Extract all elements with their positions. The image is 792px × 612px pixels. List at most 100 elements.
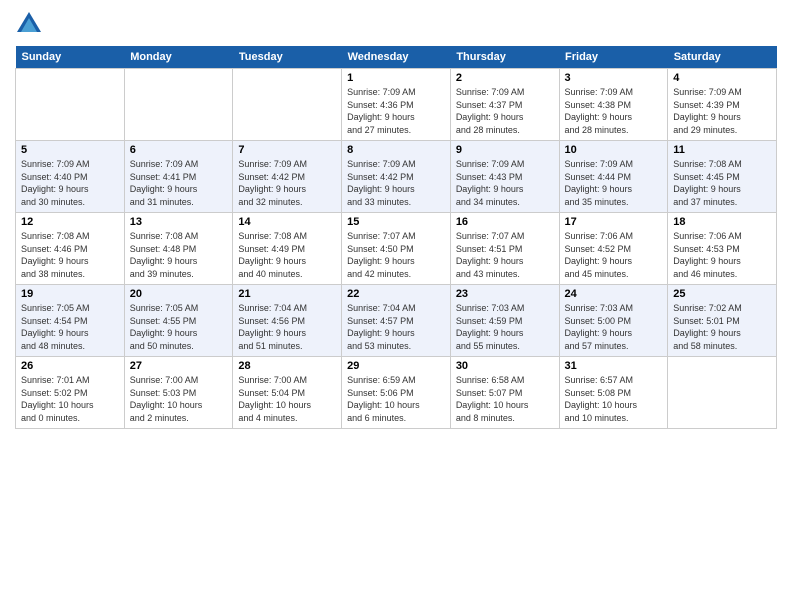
day-number: 4 xyxy=(673,72,771,84)
day-number: 18 xyxy=(673,216,771,228)
calendar-cell: 27 Sunrise: 7:00 AM Sunset: 5:03 PM Dayli… xyxy=(124,357,233,429)
calendar-cell: 1Sunrise: 7:09 AM Sunset: 4:36 PM Daylig… xyxy=(342,69,451,141)
day-number: 24 xyxy=(565,288,663,300)
day-info: Sunrise: 7:00 AM Sunset: 5:04 PM Dayligh… xyxy=(238,374,336,424)
calendar-cell: 7 Sunrise: 7:09 AM Sunset: 4:42 PM Daylig… xyxy=(233,141,342,213)
day-number: 27 xyxy=(130,360,228,372)
day-number: 3 xyxy=(565,72,663,84)
calendar-cell: 4 Sunrise: 7:09 AM Sunset: 4:39 PM Daylig… xyxy=(668,69,777,141)
day-info: Sunrise: 7:02 AM Sunset: 5:01 PM Dayligh… xyxy=(673,302,771,352)
day-info: Sunrise: 7:09 AM Sunset: 4:39 PM Dayligh… xyxy=(673,86,771,136)
day-info: Sunrise: 7:04 AM Sunset: 4:56 PM Dayligh… xyxy=(238,302,336,352)
day-info: Sunrise: 7:07 AM Sunset: 4:50 PM Dayligh… xyxy=(347,230,445,280)
header xyxy=(15,10,777,38)
calendar-cell: 15Sunrise: 7:07 AM Sunset: 4:50 PM Dayli… xyxy=(342,213,451,285)
day-number: 10 xyxy=(565,144,663,156)
calendar-cell: 28Sunrise: 7:00 AM Sunset: 5:04 PM Dayli… xyxy=(233,357,342,429)
calendar-cell: 5 Sunrise: 7:09 AM Sunset: 4:40 PM Daylig… xyxy=(16,141,125,213)
calendar-week-2: 5 Sunrise: 7:09 AM Sunset: 4:40 PM Daylig… xyxy=(16,141,777,213)
page: SundayMondayTuesdayWednesdayThursdayFrid… xyxy=(0,0,792,612)
day-number: 8 xyxy=(347,144,445,156)
day-info: Sunrise: 7:08 AM Sunset: 4:46 PM Dayligh… xyxy=(21,230,119,280)
day-number: 5 xyxy=(21,144,119,156)
day-info: Sunrise: 7:09 AM Sunset: 4:42 PM Dayligh… xyxy=(347,158,445,208)
calendar-cell: 2Sunrise: 7:09 AM Sunset: 4:37 PM Daylig… xyxy=(450,69,559,141)
calendar-cell xyxy=(668,357,777,429)
calendar-cell: 9Sunrise: 7:09 AM Sunset: 4:43 PM Daylig… xyxy=(450,141,559,213)
logo-icon xyxy=(15,10,43,38)
day-info: Sunrise: 7:09 AM Sunset: 4:42 PM Dayligh… xyxy=(238,158,336,208)
day-info: Sunrise: 7:08 AM Sunset: 4:48 PM Dayligh… xyxy=(130,230,228,280)
calendar-cell xyxy=(233,69,342,141)
calendar-header-thursday: Thursday xyxy=(450,46,559,69)
calendar-cell: 24Sunrise: 7:03 AM Sunset: 5:00 PM Dayli… xyxy=(559,285,668,357)
calendar-cell: 13 Sunrise: 7:08 AM Sunset: 4:48 PM Dayli… xyxy=(124,213,233,285)
day-info: Sunrise: 7:08 AM Sunset: 4:45 PM Dayligh… xyxy=(673,158,771,208)
calendar-cell xyxy=(124,69,233,141)
day-info: Sunrise: 7:07 AM Sunset: 4:51 PM Dayligh… xyxy=(456,230,554,280)
day-number: 19 xyxy=(21,288,119,300)
calendar-cell: 26 Sunrise: 7:01 AM Sunset: 5:02 PM Dayli… xyxy=(16,357,125,429)
day-number: 12 xyxy=(21,216,119,228)
calendar-header-sunday: Sunday xyxy=(16,46,125,69)
calendar-cell: 29 Sunrise: 6:59 AM Sunset: 5:06 PM Dayli… xyxy=(342,357,451,429)
day-number: 29 xyxy=(347,360,445,372)
calendar-cell: 6 Sunrise: 7:09 AM Sunset: 4:41 PM Daylig… xyxy=(124,141,233,213)
day-info: Sunrise: 6:58 AM Sunset: 5:07 PM Dayligh… xyxy=(456,374,554,424)
calendar-cell xyxy=(16,69,125,141)
calendar-cell: 20 Sunrise: 7:05 AM Sunset: 4:55 PM Dayli… xyxy=(124,285,233,357)
calendar-table: SundayMondayTuesdayWednesdayThursdayFrid… xyxy=(15,46,777,429)
day-info: Sunrise: 7:06 AM Sunset: 4:52 PM Dayligh… xyxy=(565,230,663,280)
day-info: Sunrise: 7:09 AM Sunset: 4:38 PM Dayligh… xyxy=(565,86,663,136)
day-number: 21 xyxy=(238,288,336,300)
day-info: Sunrise: 7:05 AM Sunset: 4:55 PM Dayligh… xyxy=(130,302,228,352)
calendar-week-5: 26 Sunrise: 7:01 AM Sunset: 5:02 PM Dayli… xyxy=(16,357,777,429)
calendar-cell: 17 Sunrise: 7:06 AM Sunset: 4:52 PM Dayli… xyxy=(559,213,668,285)
calendar-cell: 30 Sunrise: 6:58 AM Sunset: 5:07 PM Dayli… xyxy=(450,357,559,429)
day-info: Sunrise: 7:03 AM Sunset: 4:59 PM Dayligh… xyxy=(456,302,554,352)
calendar-cell: 18 Sunrise: 7:06 AM Sunset: 4:53 PM Dayli… xyxy=(668,213,777,285)
day-number: 14 xyxy=(238,216,336,228)
calendar-cell: 11 Sunrise: 7:08 AM Sunset: 4:45 PM Dayli… xyxy=(668,141,777,213)
day-number: 17 xyxy=(565,216,663,228)
day-info: Sunrise: 7:09 AM Sunset: 4:36 PM Dayligh… xyxy=(347,86,445,136)
calendar-week-1: 1Sunrise: 7:09 AM Sunset: 4:36 PM Daylig… xyxy=(16,69,777,141)
day-number: 16 xyxy=(456,216,554,228)
day-info: Sunrise: 7:01 AM Sunset: 5:02 PM Dayligh… xyxy=(21,374,119,424)
calendar-week-3: 12 Sunrise: 7:08 AM Sunset: 4:46 PM Dayli… xyxy=(16,213,777,285)
day-info: Sunrise: 7:08 AM Sunset: 4:49 PM Dayligh… xyxy=(238,230,336,280)
calendar-cell: 16 Sunrise: 7:07 AM Sunset: 4:51 PM Dayli… xyxy=(450,213,559,285)
day-info: Sunrise: 7:00 AM Sunset: 5:03 PM Dayligh… xyxy=(130,374,228,424)
day-number: 30 xyxy=(456,360,554,372)
day-info: Sunrise: 6:57 AM Sunset: 5:08 PM Dayligh… xyxy=(565,374,663,424)
calendar-week-4: 19 Sunrise: 7:05 AM Sunset: 4:54 PM Dayli… xyxy=(16,285,777,357)
day-number: 2 xyxy=(456,72,554,84)
day-number: 20 xyxy=(130,288,228,300)
calendar-cell: 14 Sunrise: 7:08 AM Sunset: 4:49 PM Dayli… xyxy=(233,213,342,285)
calendar-header-monday: Monday xyxy=(124,46,233,69)
day-info: Sunrise: 7:09 AM Sunset: 4:41 PM Dayligh… xyxy=(130,158,228,208)
logo xyxy=(15,10,47,38)
calendar-header-wednesday: Wednesday xyxy=(342,46,451,69)
day-number: 23 xyxy=(456,288,554,300)
calendar-cell: 31Sunrise: 6:57 AM Sunset: 5:08 PM Dayli… xyxy=(559,357,668,429)
day-number: 26 xyxy=(21,360,119,372)
day-info: Sunrise: 7:09 AM Sunset: 4:40 PM Dayligh… xyxy=(21,158,119,208)
day-number: 9 xyxy=(456,144,554,156)
calendar-cell: 19 Sunrise: 7:05 AM Sunset: 4:54 PM Dayli… xyxy=(16,285,125,357)
day-info: Sunrise: 7:05 AM Sunset: 4:54 PM Dayligh… xyxy=(21,302,119,352)
calendar-cell: 12 Sunrise: 7:08 AM Sunset: 4:46 PM Dayli… xyxy=(16,213,125,285)
day-number: 6 xyxy=(130,144,228,156)
day-number: 22 xyxy=(347,288,445,300)
calendar-header-saturday: Saturday xyxy=(668,46,777,69)
day-number: 25 xyxy=(673,288,771,300)
day-number: 11 xyxy=(673,144,771,156)
day-info: Sunrise: 7:06 AM Sunset: 4:53 PM Dayligh… xyxy=(673,230,771,280)
day-number: 13 xyxy=(130,216,228,228)
day-number: 7 xyxy=(238,144,336,156)
calendar-cell: 8 Sunrise: 7:09 AM Sunset: 4:42 PM Daylig… xyxy=(342,141,451,213)
calendar-cell: 10Sunrise: 7:09 AM Sunset: 4:44 PM Dayli… xyxy=(559,141,668,213)
calendar-header-tuesday: Tuesday xyxy=(233,46,342,69)
day-info: Sunrise: 6:59 AM Sunset: 5:06 PM Dayligh… xyxy=(347,374,445,424)
calendar-cell: 23 Sunrise: 7:03 AM Sunset: 4:59 PM Dayli… xyxy=(450,285,559,357)
